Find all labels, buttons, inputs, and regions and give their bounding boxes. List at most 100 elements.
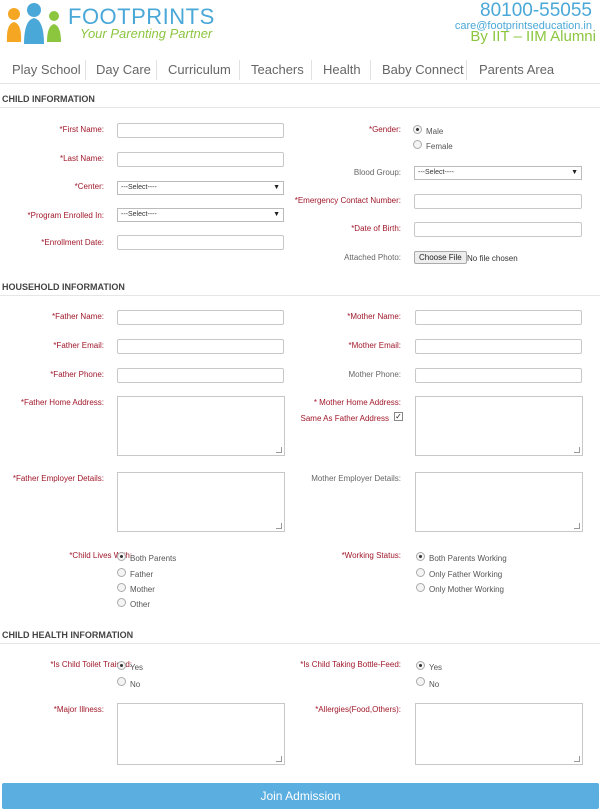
- toilet-no-label: No: [130, 680, 141, 689]
- first-name-label: *First Name:: [59, 125, 104, 134]
- mother-address-textarea[interactable]: [415, 396, 583, 456]
- bottle-yes-label: Yes: [429, 663, 443, 672]
- chevron-down-icon: ▼: [571, 169, 578, 176]
- father-working-label: Only Father Working: [429, 570, 503, 579]
- bottle-no-radio[interactable]: [416, 677, 425, 686]
- father-employer-label: *Father Employer Details:: [12, 474, 104, 483]
- bottle-yes-radio[interactable]: [416, 661, 425, 670]
- footprints-logo-icon: [6, 3, 61, 44]
- enrollment-date-label: *Enrollment Date:: [41, 238, 104, 247]
- program-select[interactable]: ---Select---- ▼: [117, 208, 284, 222]
- section-divider: [0, 107, 600, 108]
- mother-employer-label: Mother Employer Details:: [311, 474, 401, 483]
- household-info-heading: HOUSEHOLD INFORMATION: [2, 282, 125, 292]
- gender-male-label: Male: [426, 127, 444, 136]
- emergency-contact-label: *Emergency Contact Number:: [294, 196, 401, 205]
- father-email-label: *Father Email:: [53, 341, 104, 350]
- mother-employer-textarea[interactable]: [415, 472, 583, 532]
- program-label: *Program Enrolled In:: [27, 211, 104, 220]
- section-divider: [0, 295, 600, 296]
- lives-both-parents-label: Both Parents: [130, 554, 177, 563]
- lives-other-radio[interactable]: [117, 598, 126, 607]
- nav-curriculum[interactable]: Curriculum: [168, 62, 231, 77]
- toilet-yes-radio[interactable]: [117, 661, 126, 670]
- gender-male-radio[interactable]: [413, 125, 422, 134]
- chevron-down-icon: ▼: [273, 184, 280, 191]
- child-info-heading: CHILD INFORMATION: [2, 94, 95, 104]
- father-employer-textarea[interactable]: [117, 472, 285, 532]
- nav-day-care[interactable]: Day Care: [96, 62, 151, 77]
- lives-both-parents-radio[interactable]: [117, 552, 126, 561]
- nav-play-school[interactable]: Play School: [12, 62, 81, 77]
- brand-tagline: Your Parenting Partner: [80, 26, 213, 41]
- dob-label: *Date of Birth:: [351, 224, 401, 233]
- file-status: No file chosen: [467, 254, 518, 263]
- nav-divider: [156, 60, 157, 80]
- alumni-tagline: By IIT – IIM Alumni: [470, 28, 596, 45]
- father-name-field[interactable]: [117, 310, 284, 325]
- first-name-field[interactable]: [117, 123, 284, 138]
- mother-email-field[interactable]: [415, 339, 582, 354]
- gender-label: *Gender:: [368, 125, 401, 134]
- gender-female-label: Female: [426, 142, 453, 151]
- father-address-textarea[interactable]: [117, 396, 285, 456]
- father-address-label: *Father Home Address:: [20, 398, 104, 407]
- last-name-label: *Last Name:: [59, 154, 104, 163]
- emergency-contact-field[interactable]: [414, 194, 582, 209]
- nav-divider: [370, 60, 371, 80]
- both-working-radio[interactable]: [416, 552, 425, 561]
- center-label: *Center:: [74, 182, 104, 191]
- nav-teachers[interactable]: Teachers: [251, 62, 304, 77]
- major-illness-textarea[interactable]: [117, 703, 285, 765]
- nav-divider: [311, 60, 312, 80]
- mother-working-label: Only Mother Working: [429, 585, 504, 594]
- both-working-label: Both Parents Working: [429, 554, 507, 563]
- section-divider: [0, 643, 600, 644]
- blood-group-select[interactable]: ---Select---- ▼: [414, 166, 582, 180]
- main-nav: Play School Day Care Curriculum Teachers…: [0, 56, 600, 84]
- dob-field[interactable]: [414, 222, 582, 237]
- lives-father-radio[interactable]: [117, 568, 126, 577]
- father-working-radio[interactable]: [416, 568, 425, 577]
- join-admission-button[interactable]: Join Admission: [2, 783, 599, 809]
- lives-mother-radio[interactable]: [117, 583, 126, 592]
- lives-other-label: Other: [130, 600, 151, 609]
- bottle-no-label: No: [429, 680, 440, 689]
- mother-working-radio[interactable]: [416, 583, 425, 592]
- allergies-textarea[interactable]: [415, 703, 583, 765]
- gender-female-radio[interactable]: [413, 140, 422, 149]
- mother-name-field[interactable]: [415, 310, 582, 325]
- nav-health[interactable]: Health: [323, 62, 361, 77]
- lives-mother-label: Mother: [130, 585, 155, 594]
- allergies-label: *Allergies(Food,Others):: [315, 705, 401, 714]
- program-select-value: ---Select----: [121, 211, 157, 218]
- chevron-down-icon: ▼: [273, 211, 280, 218]
- last-name-field[interactable]: [117, 152, 284, 167]
- toilet-no-radio[interactable]: [117, 677, 126, 686]
- health-info-heading: CHILD HEALTH INFORMATION: [2, 630, 134, 640]
- nav-divider: [85, 60, 86, 80]
- center-select[interactable]: ---Select---- ▼: [117, 181, 284, 195]
- choose-file-button[interactable]: Choose File: [414, 251, 467, 264]
- blood-group-label: Blood Group:: [353, 168, 401, 177]
- lives-father-label: Father: [130, 570, 154, 579]
- major-illness-label: *Major Illness:: [53, 705, 104, 714]
- mother-email-label: *Mother Email:: [348, 341, 401, 350]
- toilet-yes-label: Yes: [130, 663, 144, 672]
- enrollment-date-field[interactable]: [117, 235, 284, 250]
- nav-divider: [239, 60, 240, 80]
- blood-group-select-value: ---Select----: [418, 169, 454, 176]
- mother-phone-label: Mother Phone:: [348, 370, 401, 379]
- working-status-label: *Working Status:: [341, 551, 401, 560]
- father-phone-field[interactable]: [117, 368, 284, 383]
- mother-phone-field[interactable]: [415, 368, 582, 383]
- center-select-value: ---Select----: [121, 184, 157, 191]
- attached-photo-label: Attached Photo:: [344, 253, 401, 262]
- same-address-checkbox[interactable]: ✓: [394, 412, 403, 421]
- same-address-label: Same As Father Address: [300, 414, 390, 423]
- nav-parents-area[interactable]: Parents Area: [479, 62, 554, 77]
- bottle-feed-label: *Is Child Taking Bottle-Feed:: [300, 660, 401, 669]
- nav-divider: [466, 60, 467, 80]
- nav-baby-connect[interactable]: Baby Connect: [382, 62, 464, 77]
- father-email-field[interactable]: [117, 339, 284, 354]
